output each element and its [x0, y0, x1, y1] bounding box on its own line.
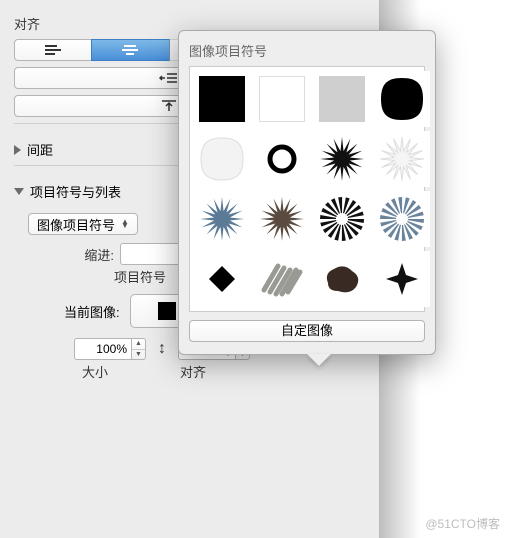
current-image-label: 当前图像: — [64, 302, 120, 321]
bullet-starburst-white[interactable] — [374, 131, 430, 187]
bullet-squircle-black[interactable] — [374, 71, 430, 127]
image-bullet-popover: 图像项目符号 自定图像 — [178, 30, 436, 355]
chevron-down-icon — [14, 188, 24, 195]
bullet-sunray-blue[interactable] — [374, 191, 430, 247]
bullet-fourpoint-black[interactable] — [374, 251, 430, 307]
watermark: @51CTO博客 — [425, 515, 500, 532]
custom-image-button[interactable]: 自定图像 — [189, 320, 425, 342]
size-label: 大小 — [82, 362, 108, 381]
bullet-starburst-blue[interactable] — [194, 191, 250, 247]
vertical-arrows-icon: ↕ — [158, 340, 166, 358]
size-input-group: ▲▼ — [74, 338, 146, 360]
bullet-type-dropdown[interactable]: 图像项目符号 ▲▼ — [28, 213, 138, 235]
bullet-square-white[interactable] — [254, 71, 310, 127]
align-left-button[interactable] — [14, 39, 92, 61]
size-stepper[interactable]: ▲▼ — [132, 338, 146, 360]
dropdown-label: 图像项目符号 — [37, 215, 115, 234]
align-center-button[interactable] — [91, 39, 169, 61]
bullet-sublabel: 项目符号 — [114, 267, 166, 286]
bullet-squircle-white[interactable] — [194, 131, 250, 187]
bullet-sunray-black[interactable] — [314, 191, 370, 247]
bullet-starburst-black[interactable] — [314, 131, 370, 187]
chevron-right-icon — [14, 145, 21, 155]
bullets-lists-label: 项目符号与列表 — [30, 182, 121, 201]
bullet-blob-brown[interactable] — [314, 251, 370, 307]
bullet-grid — [189, 66, 425, 312]
bullet-scribble-grey[interactable] — [254, 251, 310, 307]
size-input[interactable] — [74, 338, 132, 360]
bullet-circle-outline[interactable] — [254, 131, 310, 187]
align-label: 对齐 — [180, 362, 206, 381]
square-black-icon — [158, 302, 176, 320]
indent-label: 缩进: — [54, 245, 114, 264]
bullet-square-grey[interactable] — [314, 71, 370, 127]
spacing-label: 间距 — [27, 140, 53, 159]
popover-title: 图像项目符号 — [189, 41, 425, 60]
bullet-diamond-black[interactable] — [194, 251, 250, 307]
bullet-starburst-brown[interactable] — [254, 191, 310, 247]
bullet-square-black[interactable] — [194, 71, 250, 127]
updown-caret-icon: ▲▼ — [121, 220, 129, 228]
